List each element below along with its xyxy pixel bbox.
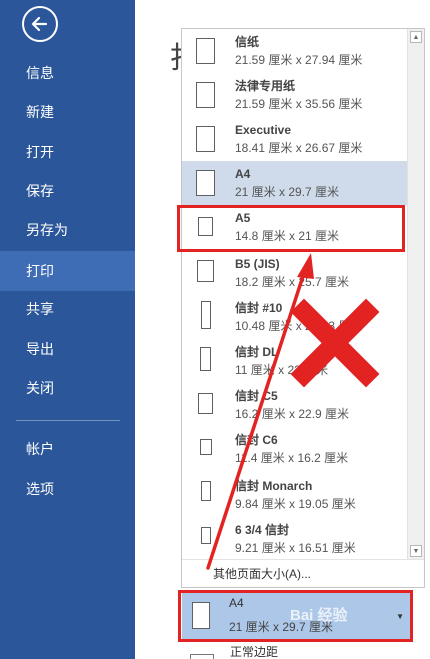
page-icon — [197, 260, 214, 282]
paper-item-size: 10.48 厘米 x 24.13 厘米 — [235, 319, 363, 333]
paper-item-size: 11 厘米 x 22 厘米 — [235, 363, 329, 377]
paper-item-size: 18.2 厘米 x 25.7 厘米 — [235, 275, 350, 289]
back-arrow-icon — [31, 16, 48, 32]
paper-item-b5-jis[interactable]: B5 (JIS) 18.2 厘米 x 25.7 厘米 — [182, 249, 408, 293]
paper-item-name: A4 — [235, 167, 251, 181]
paper-item-name: 信封 DL — [235, 345, 279, 359]
paper-item-name: B5 (JIS) — [235, 257, 280, 271]
paper-item-name: 6 3/4 信封 — [235, 523, 290, 537]
nav-item-export[interactable]: 导出 — [0, 329, 135, 369]
page-icon — [198, 393, 213, 414]
paper-item-a4[interactable]: A4 21 厘米 x 29.7 厘米 — [182, 161, 408, 205]
annotation-highlight-current — [178, 590, 413, 642]
paper-item-size: 11.4 厘米 x 16.2 厘米 — [235, 451, 349, 465]
paper-item-size: 18.41 厘米 x 26.67 厘米 — [235, 141, 363, 155]
nav-item-options[interactable]: 选项 — [0, 469, 135, 509]
nav-item-account[interactable]: 帐户 — [0, 429, 135, 469]
paper-item-executive[interactable]: Executive 18.41 厘米 x 26.67 厘米 — [182, 117, 408, 161]
back-button[interactable] — [22, 6, 58, 42]
margins-label: 正常边距 — [230, 646, 279, 659]
nav-divider — [16, 420, 120, 421]
paper-item-name: 法律专用纸 — [235, 79, 296, 93]
scroll-up-arrow-icon[interactable]: ▲ — [410, 31, 422, 43]
nav-item-print[interactable]: 打印 — [0, 251, 135, 291]
paper-item-name: 信封 Monarch — [235, 479, 313, 493]
nav-item-open[interactable]: 打开 — [0, 132, 135, 172]
nav-item-new[interactable]: 新建 — [0, 92, 135, 132]
page-icon — [200, 347, 211, 371]
paper-item-name: 信封 C6 — [235, 433, 278, 447]
page-icon — [196, 38, 215, 64]
list-scrollbar[interactable]: ▲ ▼ — [407, 29, 424, 559]
paper-item-size: 9.84 厘米 x 19.05 厘米 — [235, 497, 356, 511]
scroll-down-arrow-icon[interactable]: ▼ — [410, 545, 422, 557]
paper-item-envelope-6-3-4[interactable]: 6 3/4 信封 9.21 厘米 x 16.51 厘米 — [182, 513, 408, 557]
margins-icon — [190, 654, 214, 659]
paper-item-envelope-c5[interactable]: 信封 C5 16.2 厘米 x 22.9 厘米 — [182, 381, 408, 425]
paper-item-envelope-dl[interactable]: 信封 DL 11 厘米 x 22 厘米 — [182, 337, 408, 381]
annotation-highlight-a5 — [177, 205, 405, 252]
margins-selector[interactable]: 正常边距 — [182, 646, 410, 659]
paper-item-legal[interactable]: 法律专用纸 21.59 厘米 x 35.56 厘米 — [182, 73, 408, 117]
paper-item-envelope-monarch[interactable]: 信封 Monarch 9.84 厘米 x 19.05 厘米 — [182, 469, 408, 513]
paper-size-list: 信纸 21.59 厘米 x 27.94 厘米 法律专用纸 21.59 厘米 x … — [182, 29, 408, 559]
nav-item-close[interactable]: 关闭 — [0, 368, 135, 408]
more-page-sizes-link[interactable]: 其他页面大小(A)... — [182, 559, 424, 587]
nav-item-info[interactable]: 信息 — [0, 53, 135, 93]
nav-item-share[interactable]: 共享 — [0, 289, 135, 329]
paper-item-name: 信纸 — [235, 35, 260, 49]
paper-item-name: 信封 C5 — [235, 389, 278, 403]
page-icon — [196, 170, 215, 196]
page-icon — [196, 82, 215, 108]
page-icon — [200, 439, 212, 455]
page-icon — [196, 126, 215, 152]
paper-item-size: 9.21 厘米 x 16.51 厘米 — [235, 541, 356, 555]
paper-item-name: Executive — [235, 123, 292, 137]
paper-item-name: 信封 #10 — [235, 301, 283, 315]
paper-item-size: 21.59 厘米 x 35.56 厘米 — [235, 97, 363, 111]
paper-item-size: 21 厘米 x 29.7 厘米 — [235, 185, 340, 199]
page-icon — [201, 481, 211, 501]
paper-item-envelope-c6[interactable]: 信封 C6 11.4 厘米 x 16.2 厘米 — [182, 425, 408, 469]
page-icon — [201, 527, 211, 544]
paper-item-letter[interactable]: 信纸 21.59 厘米 x 27.94 厘米 — [182, 29, 408, 73]
page-icon — [201, 301, 211, 329]
nav-item-save[interactable]: 保存 — [0, 171, 135, 211]
nav-item-save-as[interactable]: 另存为 — [0, 210, 135, 250]
backstage-sidebar: 信息 新建 打开 保存 另存为 打印 共享 导出 关闭 帐户 选项 — [0, 0, 135, 659]
paper-item-envelope-10[interactable]: 信封 #10 10.48 厘米 x 24.13 厘米 — [182, 293, 408, 337]
paper-size-dropdown: 信纸 21.59 厘米 x 27.94 厘米 法律专用纸 21.59 厘米 x … — [181, 28, 425, 588]
paper-item-size: 16.2 厘米 x 22.9 厘米 — [235, 407, 350, 421]
paper-item-size: 21.59 厘米 x 27.94 厘米 — [235, 53, 363, 67]
